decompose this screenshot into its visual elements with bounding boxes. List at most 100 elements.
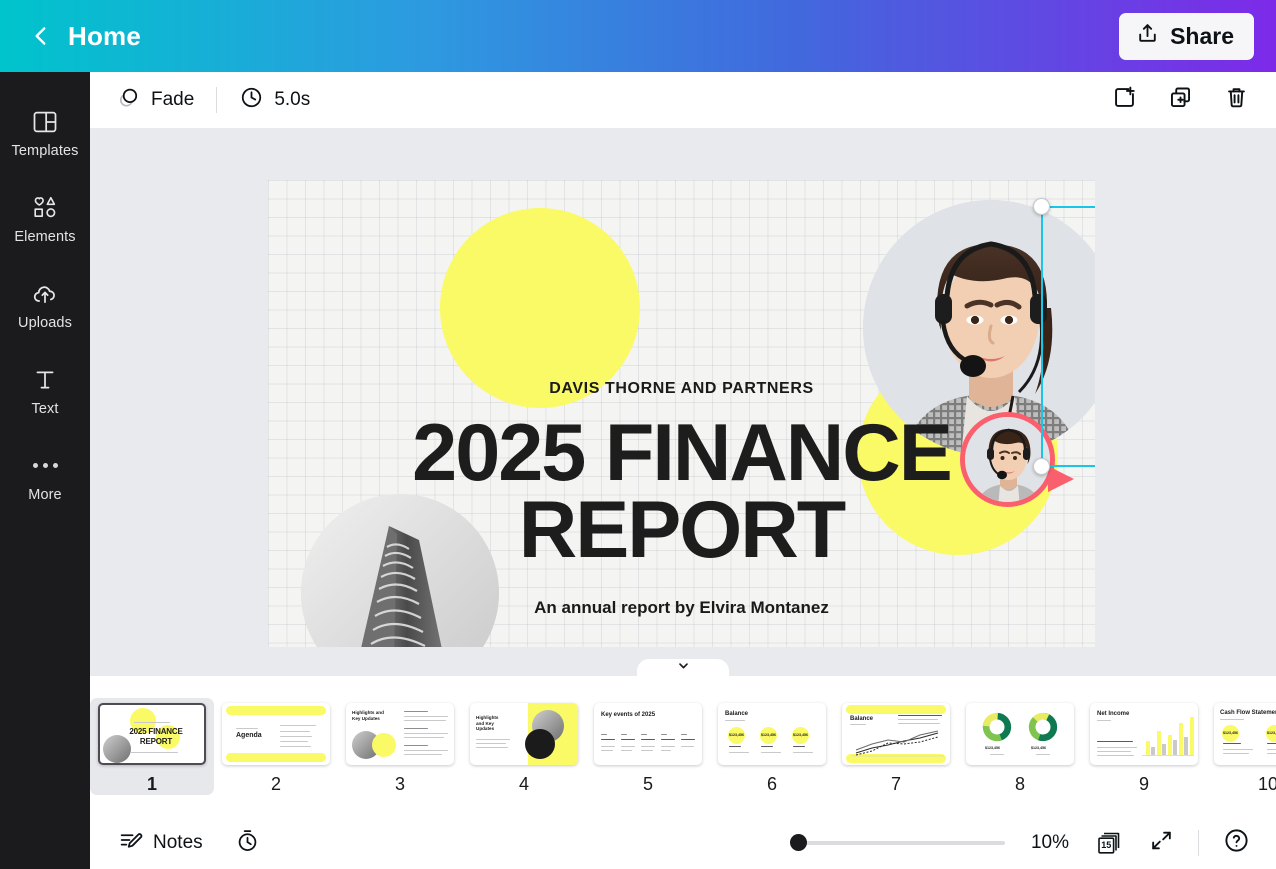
toolbar-left-group: Fade 5.0s (104, 79, 322, 121)
thumbnail-preview: Highlights and Key Updates (470, 703, 578, 765)
more-dots-icon (32, 452, 58, 480)
sidebar-item-elements[interactable]: Elements (0, 176, 90, 262)
home-label[interactable]: Home (68, 21, 141, 52)
thumbnail-number: 9 (1138, 774, 1149, 794)
expand-arrows-icon (1149, 828, 1174, 858)
share-button[interactable]: Share (1119, 12, 1254, 60)
slide-eyebrow-text[interactable]: DAVIS THORNE AND PARTNERS (268, 380, 1095, 398)
sidebar-item-label: Uploads (18, 314, 72, 331)
zoom-slider-track (790, 840, 1005, 845)
clock-icon (239, 85, 264, 115)
sidebar-item-label: More (28, 486, 62, 503)
slide-subtitle-text[interactable]: An annual report by Elvira Montanez (268, 598, 1095, 618)
bottom-status-bar: Notes 10% 15 (90, 816, 1276, 869)
left-sidebar: Templates Elements Uploads Text More (0, 72, 90, 869)
transition-label: Fade (151, 89, 195, 110)
toolbar-divider (216, 87, 218, 113)
chevron-down-icon (675, 657, 692, 679)
add-page-button[interactable] (1106, 82, 1142, 118)
canva-presentation-editor: Home Share Templates Elements Uploads Te… (0, 0, 1276, 869)
thumbnail-preview: Balance (842, 703, 950, 765)
thumbnail-preview: Agenda (222, 703, 330, 765)
zoom-slider[interactable] (790, 834, 1005, 852)
thumbnail-number: 4 (518, 774, 529, 794)
sidebar-item-label: Templates (11, 142, 79, 159)
bottom-left-group: Notes (112, 824, 266, 862)
share-upload-icon (1135, 21, 1160, 52)
bottom-divider (1198, 829, 1199, 856)
slide-canvas[interactable]: DAVIS THORNE AND PARTNERS 2025 FINANCE R… (268, 180, 1095, 647)
text-t-icon (31, 366, 59, 394)
help-question-icon (1223, 827, 1250, 859)
delete-page-button[interactable] (1218, 82, 1254, 118)
thumbnail-number: 10 (1257, 774, 1276, 794)
sidebar-item-templates[interactable]: Templates (0, 90, 90, 176)
sidebar-item-label: Text (31, 400, 59, 417)
shapes-icon (31, 194, 59, 222)
thumbnail-page-8[interactable]: $123,456 $123,456 8 (958, 698, 1082, 795)
thumbnail-preview: Highlights and Key Updates (346, 703, 454, 765)
thumbnail-preview: Balance $123,456 $123,456 $123,456 (718, 703, 826, 765)
zoom-percent-label[interactable]: 10% (1023, 832, 1077, 854)
cloud-upload-icon (31, 280, 59, 308)
thumbnail-page-1[interactable]: 2025 FINANCE REPORT 1 (90, 698, 214, 795)
thumbnail-preview: $123,456 $123,456 (966, 703, 1074, 765)
thumbnail-page-4[interactable]: Highlights and Key Updates 4 (462, 698, 586, 795)
resize-handle-top-left[interactable] (1033, 198, 1050, 215)
chevron-left-icon[interactable] (28, 23, 54, 49)
editor-toolbar: Fade 5.0s (90, 72, 1276, 128)
timer-button[interactable] (229, 824, 266, 862)
sidebar-item-uploads[interactable]: Uploads (0, 262, 90, 348)
thumbnail-page-9[interactable]: Net Income 9 (1082, 698, 1206, 795)
thumbnail-row: 2025 FINANCE REPORT 1 Agenda 2 Highlight… (90, 698, 1276, 795)
thumbnail-page-10[interactable]: Cash Flow Statement $123,456 $123,456 10 (1206, 698, 1276, 795)
fade-circles-icon (116, 85, 141, 115)
sidebar-item-text[interactable]: Text (0, 348, 90, 434)
duplicate-page-icon (1167, 84, 1194, 116)
thumbnail-number: 2 (270, 774, 281, 794)
thumbnail-number: 1 (146, 774, 157, 794)
collapse-panel-button[interactable] (637, 659, 729, 681)
canvas-area[interactable]: DAVIS THORNE AND PARTNERS 2025 FINANCE R… (90, 128, 1276, 676)
page-count-button[interactable]: 15 (1095, 828, 1125, 858)
thumbnail-number: 3 (394, 774, 405, 794)
yellow-circle-decoration[interactable] (440, 208, 640, 408)
avatar-pointer-triangle (1048, 466, 1074, 492)
thumbnail-page-5[interactable]: Key events of 2025 5 (586, 698, 710, 795)
zoom-slider-knob[interactable] (790, 834, 807, 851)
page-thumbnail-strip: 2025 FINANCE REPORT 1 Agenda 2 Highlight… (90, 659, 1276, 816)
stopwatch-icon (235, 828, 260, 858)
bottom-right-group: 10% 15 (790, 823, 1256, 863)
thumbnail-number: 6 (766, 774, 777, 794)
transition-button[interactable]: Fade (104, 79, 206, 121)
thumbnail-number: 8 (1014, 774, 1025, 794)
sidebar-item-more[interactable]: More (0, 434, 90, 520)
thumbnail-preview: Net Income (1090, 703, 1198, 765)
thumbnail-preview: Key events of 2025 (594, 703, 702, 765)
duration-label: 5.0s (274, 89, 311, 110)
thumbnail-number: 5 (642, 774, 653, 794)
resize-handle-bottom-left[interactable] (1033, 458, 1050, 475)
duration-button[interactable]: 5.0s (227, 79, 322, 121)
thumbnail-preview: Cash Flow Statement $123,456 $123,456 (1214, 703, 1276, 765)
share-button-label: Share (1170, 22, 1234, 49)
thumbnail-page-7[interactable]: Balance 7 (834, 698, 958, 795)
templates-grid-icon (31, 108, 59, 136)
trash-icon (1223, 84, 1250, 116)
add-page-icon (1111, 84, 1138, 116)
duplicate-page-button[interactable] (1162, 82, 1198, 118)
thumbnail-page-6[interactable]: Balance $123,456 $123,456 $123,456 6 (710, 698, 834, 795)
fullscreen-button[interactable] (1143, 824, 1180, 862)
thumbnail-page-3[interactable]: Highlights and Key Updates 3 (338, 698, 462, 795)
notes-label: Notes (153, 831, 203, 853)
thumbnail-preview: 2025 FINANCE REPORT (98, 703, 206, 765)
notes-pencil-icon (118, 828, 143, 858)
top-header-bar: Home Share (0, 0, 1276, 72)
toolbar-right-group (1106, 82, 1254, 118)
sidebar-item-label: Elements (14, 228, 76, 245)
thumbnail-page-2[interactable]: Agenda 2 (214, 698, 338, 795)
help-button[interactable] (1217, 823, 1256, 863)
thumbnail-number: 7 (890, 774, 901, 794)
header-left-group: Home (0, 21, 141, 52)
notes-button[interactable]: Notes (112, 824, 209, 862)
